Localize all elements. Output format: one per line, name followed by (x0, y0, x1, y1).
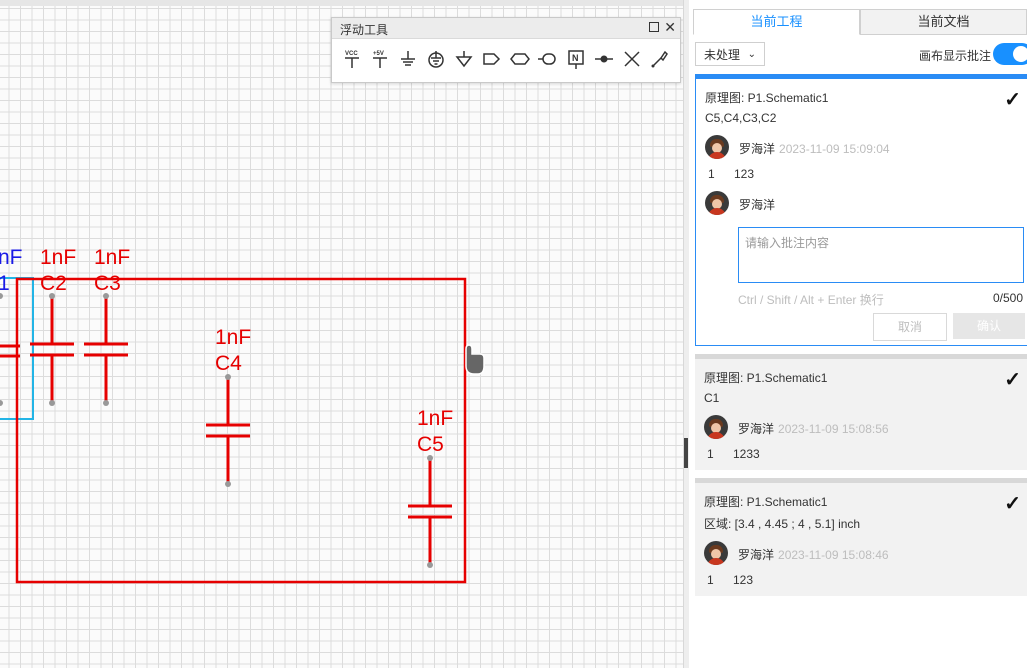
annotation-target: C1 (704, 391, 720, 405)
reply-number: 1 (707, 447, 714, 461)
floating-toolbar-title: 浮动工具 (340, 23, 389, 37)
avatar (704, 415, 728, 439)
floating-toolbar-icons: VCC +5V N (332, 39, 680, 77)
c1-pin (0, 400, 3, 406)
confirm-button[interactable]: 确认 (953, 313, 1025, 339)
reply-number: 1 (707, 573, 714, 587)
annotation-list: 原理图: P1.Schematic1 C5,C4,C3,C2 ✓ 罗海洋 2023… (695, 74, 1027, 604)
component-c5[interactable]: 1nF C5 (408, 407, 453, 568)
comment-author: 罗海洋 (739, 142, 776, 156)
annotation-panel: 当前工程 当前文档 未处理 ⌄ 画布显示批注 原理图: P1.Schematic… (689, 0, 1027, 668)
newline-hint: Ctrl / Shift / Alt + Enter 换行 (738, 293, 884, 307)
annotation-document: 原理图: P1.Schematic1 (704, 495, 828, 509)
schematic-canvas[interactable]: nF 1 1nF C2 1nF C3 (0, 0, 683, 668)
splitter-grip[interactable] (684, 438, 688, 468)
earth-ground-icon[interactable] (422, 41, 450, 77)
resolve-check-icon[interactable]: ✓ (1004, 87, 1021, 112)
schematic-drawing[interactable]: nF 1 1nF C2 1nF C3 (0, 6, 683, 668)
filter-row: 未处理 ⌄ 画布显示批注 (695, 42, 1027, 68)
hand-cursor-icon (465, 344, 485, 375)
status-filter-value: 未处理 (704, 48, 741, 62)
x-mark-icon[interactable] (618, 41, 646, 77)
comment-author: 罗海洋 (738, 548, 775, 562)
annotation-card[interactable]: 原理图: P1.Schematic1 区域: [3.4 , 4.45 ; 4 ,… (695, 478, 1027, 596)
c3-value-label: 1nF (94, 246, 130, 269)
tab-current-document[interactable]: 当前文档 (860, 9, 1027, 35)
resolve-check-icon[interactable]: ✓ (1004, 367, 1021, 392)
reply-item: 1 123 (708, 167, 754, 181)
resolve-check-icon[interactable]: ✓ (1004, 491, 1021, 516)
c2-value-label: 1nF (40, 246, 76, 269)
ground-icon[interactable] (394, 41, 422, 77)
show-annotations-toggle[interactable] (993, 43, 1027, 65)
char-count: 0/500 (992, 291, 1023, 305)
floating-toolbar[interactable]: 浮动工具 ✕ VCC +5V N (331, 17, 681, 83)
avatar (705, 135, 729, 159)
component-c4[interactable]: 1nF C4 (206, 326, 251, 487)
component-c3[interactable]: 1nF C3 (84, 246, 130, 406)
c4-pin (225, 481, 231, 487)
probe-icon[interactable] (646, 41, 674, 77)
c1-value-label: nF (0, 246, 23, 269)
plus5v-icon[interactable]: +5V (366, 41, 394, 77)
c2-ref-label: C2 (40, 272, 67, 295)
reply-text: 123 (734, 167, 755, 181)
status-filter-select[interactable]: 未处理 ⌄ (695, 42, 765, 66)
maximize-icon[interactable] (649, 22, 659, 32)
annotation-document: 原理图: P1.Schematic1 (704, 371, 828, 385)
comment-time: 2023-11-09 15:08:46 (778, 548, 889, 562)
tab-current-project[interactable]: 当前工程 (693, 9, 860, 35)
chevron-down-icon: ⌄ (747, 49, 756, 60)
reply-item: 1 1233 (707, 447, 760, 461)
annotation-card[interactable]: 原理图: P1.Schematic1 C1 ✓ 罗海洋 2023-11-09 15… (695, 354, 1027, 470)
reply-text: 123 (733, 573, 754, 587)
cancel-button[interactable]: 取消 (873, 313, 947, 341)
comment-input[interactable]: 请输入批注内容 (738, 227, 1024, 283)
avatar (705, 191, 729, 215)
show-annotations-label: 画布显示批注 (919, 49, 992, 63)
comment-time: 2023-11-09 15:09:04 (779, 142, 890, 156)
annotation-target: 区域: [3.4 , 4.45 ; 4 , 5.1] inch (704, 517, 861, 531)
panel-tabs: 当前工程 当前文档 (693, 9, 1027, 35)
component-c2[interactable]: 1nF C2 (30, 246, 76, 406)
reply-author: 罗海洋 (739, 198, 776, 212)
net-label-icon[interactable] (506, 41, 534, 77)
comment-time: 2023-11-09 15:08:56 (778, 422, 889, 436)
c1-ref-label: 1 (0, 272, 10, 295)
annotation-region-box[interactable] (15, 277, 467, 584)
close-icon[interactable]: ✕ (664, 18, 676, 36)
svg-text:N: N (572, 53, 579, 63)
c2-pin (49, 400, 55, 406)
c4-value-label: 1nF (215, 326, 251, 349)
avatar (704, 541, 728, 565)
wire-junction-icon[interactable] (590, 41, 618, 77)
c5-value-label: 1nF (417, 407, 453, 430)
c4-ref-label: C4 (215, 352, 242, 375)
no-connect-flag-icon[interactable]: N (562, 41, 590, 77)
reply-item: 1 123 (707, 573, 753, 587)
svg-text:+5V: +5V (373, 51, 384, 57)
c3-pin (103, 400, 109, 406)
net-flag-icon[interactable] (534, 41, 562, 77)
signal-ground-icon[interactable] (450, 41, 478, 77)
reply-text: 1233 (733, 447, 760, 461)
vcc-icon[interactable]: VCC (338, 41, 366, 77)
floating-toolbar-header[interactable]: 浮动工具 ✕ (332, 18, 680, 39)
svg-text:VCC: VCC (345, 51, 358, 57)
c5-pin (427, 562, 433, 568)
c3-ref-label: C3 (94, 272, 121, 295)
annotation-card[interactable]: 原理图: P1.Schematic1 C5,C4,C3,C2 ✓ 罗海洋 2023… (695, 74, 1027, 346)
c5-ref-label: C5 (417, 433, 444, 456)
net-port-icon[interactable] (478, 41, 506, 77)
comment-author: 罗海洋 (738, 422, 775, 436)
toggle-knob (1013, 46, 1027, 62)
annotation-target: C5,C4,C3,C2 (705, 111, 777, 125)
annotation-document: 原理图: P1.Schematic1 (705, 91, 829, 105)
reply-number: 1 (708, 167, 715, 181)
